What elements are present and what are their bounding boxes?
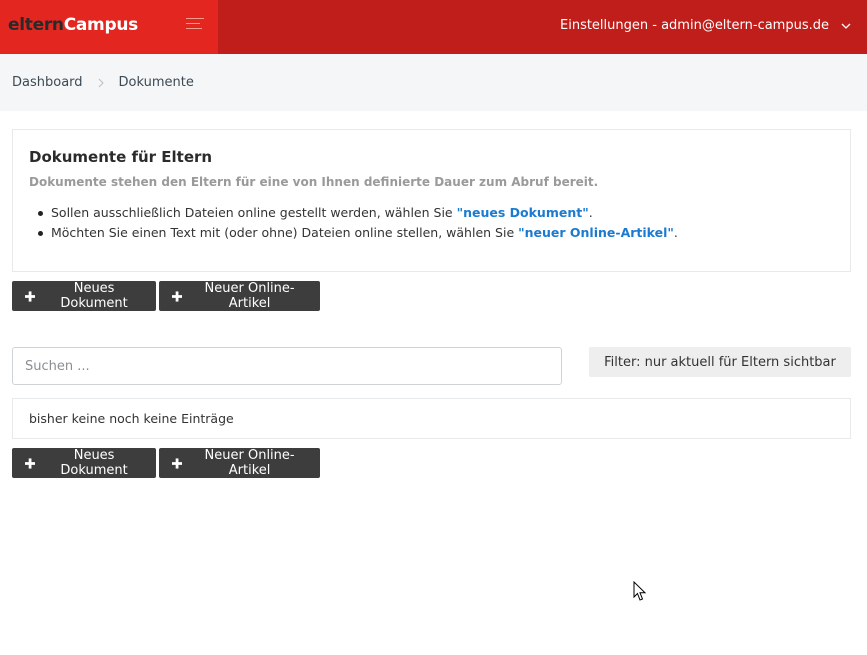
brand-logo[interactable]: elternCampus [8,15,138,35]
page-title: Dokumente für Eltern [29,148,213,166]
chevron-right-icon [98,78,104,87]
info-list-item: Sollen ausschließlich Dateien online ges… [38,205,678,225]
page-subtitle: Dokumente stehen den Eltern für eine von… [29,175,599,189]
info-card: Dokumente für Eltern Dokumente stehen de… [12,129,851,272]
new-article-button-bottom[interactable]: Neuer Online-Artikel [159,448,320,478]
breadcrumb-item-dokumente: Dokumente [118,75,194,90]
filter-button[interactable]: Filter: nur aktuell für Eltern sichtbar [589,347,851,377]
hamburger-icon[interactable] [186,18,204,32]
new-document-button-bottom[interactable]: Neues Dokument [12,448,156,478]
mouse-pointer-icon [633,581,647,601]
user-menu[interactable]: Einstellungen - admin@eltern-campus.de [560,18,851,33]
brand-area: elternCampus [0,0,218,54]
search-input[interactable] [12,347,562,385]
document-list: bisher keine noch keine Einträge [12,398,851,439]
info-list: Sollen ausschließlich Dateien online ges… [38,205,678,245]
empty-list-message: bisher keine noch keine Einträge [29,411,234,426]
neuer-online-artikel-link[interactable]: "neuer Online-Artikel" [518,225,674,240]
neues-dokument-link[interactable]: "neues Dokument" [457,205,589,220]
brand-logo-part2: Campus [63,15,139,35]
new-article-button[interactable]: Neuer Online-Artikel [159,281,320,311]
brand-logo-part1: eltern [8,15,64,35]
user-menu-label: Einstellungen - admin@eltern-campus.de [560,18,829,33]
breadcrumb-item-dashboard[interactable]: Dashboard [12,75,83,90]
chevron-down-icon [841,23,851,29]
breadcrumb: Dashboard Dokumente [12,75,194,90]
plus-icon [25,457,36,469]
plus-icon [172,457,183,469]
info-list-item: Möchten Sie einen Text mit (oder ohne) D… [38,225,678,245]
breadcrumb-bar: Dashboard Dokumente [0,54,867,111]
plus-icon [25,290,36,302]
plus-icon [172,290,183,302]
new-document-button[interactable]: Neues Dokument [12,281,156,311]
top-header: elternCampus Einstellungen - admin@elter… [0,0,867,54]
